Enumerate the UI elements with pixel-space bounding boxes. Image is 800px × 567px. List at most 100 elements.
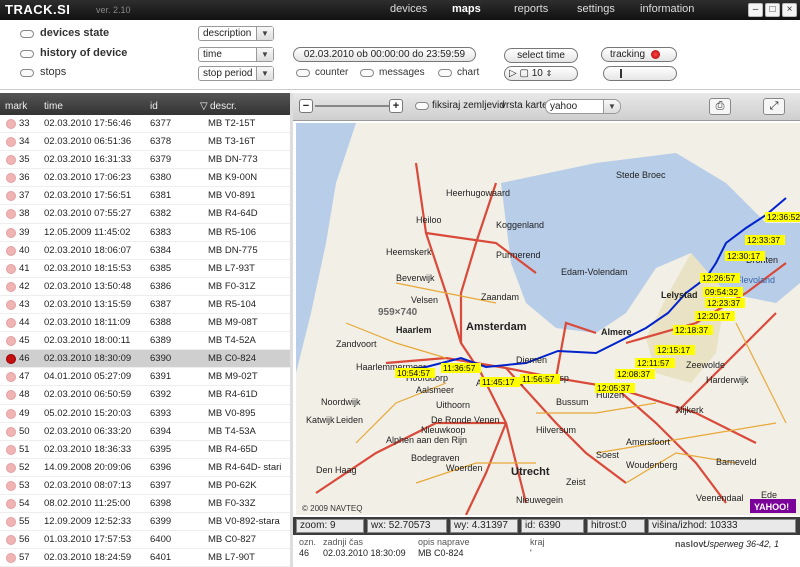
messages-toggle[interactable] xyxy=(360,69,374,77)
header-id[interactable]: id xyxy=(150,101,158,112)
status-dot-icon[interactable] xyxy=(6,245,16,256)
stops-toggle[interactable] xyxy=(20,69,34,77)
status-dot-icon[interactable] xyxy=(6,191,16,202)
track-time-label[interactable]: 12:33:37 xyxy=(747,235,780,245)
table-row[interactable]: 43 02.03.2010 13:15:59 6387 MB R5-104 xyxy=(0,296,290,315)
status-dot-icon[interactable] xyxy=(6,553,16,564)
nav-information[interactable]: information xyxy=(640,3,694,15)
table-row[interactable]: 50 02.03.2010 06:33:20 6394 MB T4-53A xyxy=(0,423,290,441)
header-descr[interactable]: descr. xyxy=(210,101,237,112)
track-time-label[interactable]: 12:36:52 xyxy=(767,212,800,222)
minimize-icon[interactable]: – xyxy=(748,3,763,17)
counter-toggle[interactable] xyxy=(296,69,310,77)
playback-speed[interactable]: 10 xyxy=(532,68,543,79)
track-time-label[interactable]: 12:08:37 xyxy=(617,369,650,379)
zoom-in-button[interactable]: + xyxy=(389,99,403,113)
table-row[interactable]: 54 08.02.2010 11:25:00 6398 MB F0-33Z xyxy=(0,495,290,514)
status-dot-icon[interactable] xyxy=(6,227,16,238)
tracking-button[interactable]: tracking xyxy=(601,47,677,62)
track-time-label[interactable]: 12:26:57 xyxy=(702,273,735,283)
header-mark[interactable]: mark xyxy=(5,101,27,112)
status-dot-icon[interactable] xyxy=(6,119,16,129)
track-time-label[interactable]: 12:20:17 xyxy=(697,311,730,321)
table-row[interactable]: 52 14.09.2008 20:09:06 6396 MB R4-64D- star… xyxy=(0,459,290,477)
track-time-label[interactable]: 12:23:37 xyxy=(707,298,740,308)
track-time-label[interactable]: 10:54:57 xyxy=(397,368,430,378)
status-dot-icon[interactable] xyxy=(6,281,16,292)
table-row[interactable]: 51 02.03.2010 18:36:33 6395 MB R4-65D xyxy=(0,441,290,459)
fixed-map-toggle[interactable] xyxy=(415,102,429,110)
status-dot-icon[interactable] xyxy=(6,173,16,184)
table-row[interactable]: 45 02.03.2010 18:00:11 6389 MB T4-52A xyxy=(0,332,290,351)
table-row[interactable]: 49 05.02.2010 15:20:03 6393 MB V0-895 xyxy=(0,405,290,423)
status-dot-icon[interactable] xyxy=(6,209,16,220)
map-view[interactable]: Heemskerk Beverwijk Zaandam Haarlem Amsterda… xyxy=(296,123,800,515)
table-row[interactable]: 48 02.03.2010 06:50:59 6392 MB R4-61D xyxy=(0,386,290,405)
track-time-label[interactable]: 11:45:17 xyxy=(482,377,515,387)
track-time-label[interactable]: 12:15:17 xyxy=(657,345,690,355)
map-canvas[interactable]: Heemskerk Beverwijk Zaandam Haarlem Amsterda… xyxy=(296,123,800,515)
nav-settings[interactable]: settings xyxy=(577,3,615,15)
table-row[interactable]: 39 12.05.2009 11:45:02 6383 MB R5-106 xyxy=(0,224,290,242)
status-dot-icon[interactable] xyxy=(6,498,16,509)
chart-toggle[interactable] xyxy=(438,69,452,77)
status-dot-icon[interactable] xyxy=(6,354,16,365)
select-time-button[interactable]: select time xyxy=(504,48,578,63)
status-dot-icon[interactable] xyxy=(6,390,16,401)
status-dot-icon[interactable] xyxy=(6,318,16,329)
history-toggle[interactable] xyxy=(20,50,34,58)
time-select[interactable]: time ▼ xyxy=(198,47,274,62)
table-row[interactable]: 56 01.03.2010 17:57:53 6400 MB C0-827 xyxy=(0,531,290,550)
maximize-icon[interactable]: □ xyxy=(765,3,780,17)
track-time-label[interactable]: 09:54:32 xyxy=(705,287,738,297)
nav-devices[interactable]: devices xyxy=(390,3,427,15)
track-time-label[interactable]: 12:05:37 xyxy=(597,383,630,393)
track-time-label[interactable]: 12:18:37 xyxy=(675,325,708,335)
status-dot-icon[interactable] xyxy=(6,426,16,437)
table-row[interactable]: 47 04.01.2010 05:27:09 6391 MB M9-02T xyxy=(0,368,290,387)
status-dot-icon[interactable] xyxy=(6,336,16,347)
table-row[interactable]: 35 02.03.2010 16:31:33 6379 MB DN-773 xyxy=(0,151,290,170)
table-row[interactable]: 55 12.09.2009 12:52:33 6399 MB V0-892-stara xyxy=(0,513,290,532)
stop-period-select[interactable]: stop period ▼ xyxy=(198,66,274,81)
table-row[interactable]: 38 02.03.2010 07:55:27 6382 MB R4-64D xyxy=(0,205,290,224)
status-dot-icon[interactable] xyxy=(6,535,16,546)
header-time[interactable]: time xyxy=(44,101,63,112)
status-dot-icon[interactable] xyxy=(6,299,16,310)
table-row[interactable]: 40 02.03.2010 18:06:07 6384 MB DN-775 xyxy=(0,242,290,260)
stop-icon[interactable]: ▢ xyxy=(519,68,528,79)
track-time-label[interactable]: 11:36:57 xyxy=(443,363,476,373)
slider-handle[interactable] xyxy=(620,69,622,78)
status-dot-icon[interactable] xyxy=(6,263,16,274)
status-dot-icon[interactable] xyxy=(6,372,16,383)
table-row[interactable]: 46 02.03.2010 18:30:09 6390 MB C0-824 xyxy=(0,350,290,369)
print-icon[interactable]: ⎙ xyxy=(709,98,731,115)
description-select[interactable]: description ▼ xyxy=(198,26,274,41)
table-row[interactable]: 44 02.03.2010 18:11:09 6388 MB M9-08T xyxy=(0,314,290,333)
track-time-label[interactable]: 12:30:17 xyxy=(727,251,760,261)
table-row[interactable]: 42 02.03.2010 13:50:48 6386 MB F0-31Z xyxy=(0,278,290,296)
zoom-out-button[interactable]: − xyxy=(299,99,313,113)
expand-icon[interactable]: ⤢ xyxy=(763,98,785,115)
table-row[interactable]: 37 02.03.2010 17:56:51 6381 MB V0-891 xyxy=(0,187,290,206)
status-dot-icon[interactable] xyxy=(6,137,16,148)
track-time-label[interactable]: 12:11:57 xyxy=(637,358,670,368)
status-dot-icon[interactable] xyxy=(6,517,16,528)
time-range-display[interactable]: 02.03.2010 ob 00:00:00 do 23:59:59 xyxy=(293,47,476,62)
close-icon[interactable]: × xyxy=(782,3,797,17)
status-dot-icon[interactable] xyxy=(6,155,16,166)
zoom-slider[interactable] xyxy=(315,105,391,107)
play-icon[interactable]: ▷ xyxy=(509,68,517,79)
table-row[interactable]: 36 02.03.2010 17:06:23 6380 MB K9-00N xyxy=(0,169,290,188)
table-row[interactable]: 34 02.03.2010 06:51:36 6378 MB T3-16T xyxy=(0,133,290,152)
devices-state-toggle[interactable] xyxy=(20,30,34,38)
status-dot-icon[interactable] xyxy=(6,408,16,419)
sort-icon[interactable]: ▽ xyxy=(200,101,208,112)
status-dot-icon[interactable] xyxy=(6,462,16,473)
playback-slider[interactable] xyxy=(603,66,677,81)
table-row[interactable]: 33 02.03.2010 17:56:46 6377 MB T2-15T xyxy=(0,115,290,134)
table-row[interactable]: 41 02.03.2010 18:15:53 6385 MB L7-93T xyxy=(0,260,290,278)
status-dot-icon[interactable] xyxy=(6,444,16,455)
nav-reports[interactable]: reports xyxy=(514,3,548,15)
nav-maps[interactable]: maps xyxy=(452,3,481,15)
